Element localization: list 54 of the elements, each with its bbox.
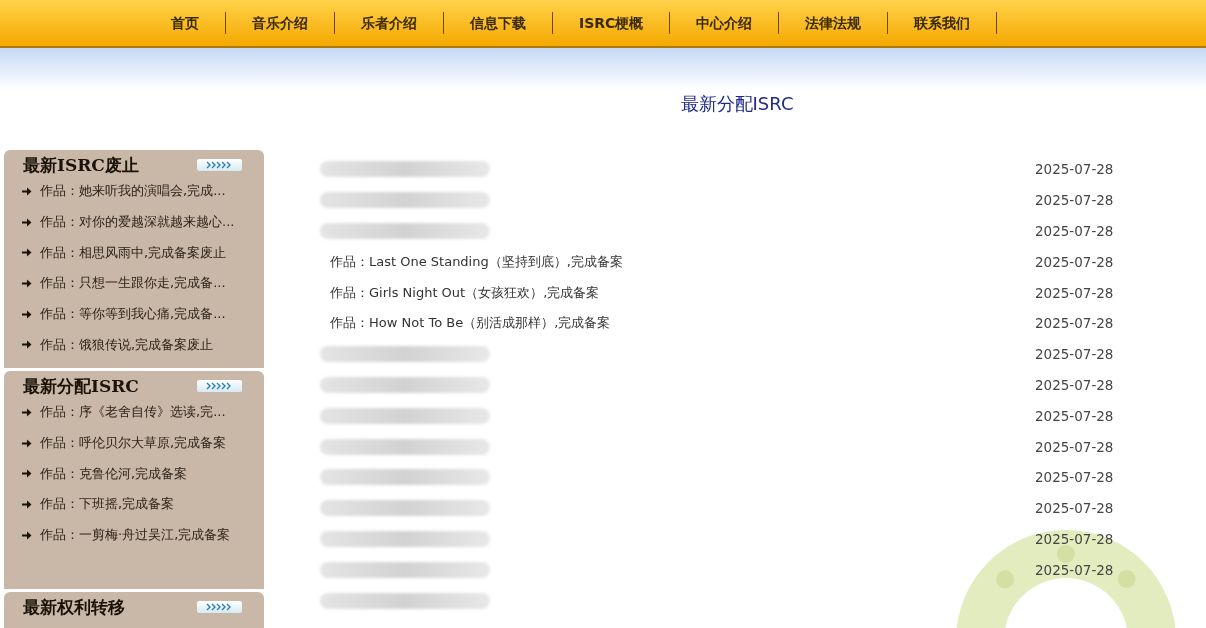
nav-link[interactable]: 法律法规 — [779, 12, 889, 34]
date-text: 2025-07-28 — [1035, 469, 1114, 486]
nav-link[interactable]: 音乐介绍 — [226, 12, 335, 34]
panel-title: 最新ISRC废止 — [23, 153, 139, 177]
date-text: 2025-07-28 — [1035, 315, 1114, 332]
list-link[interactable]: 作品：How Not To Be（别活成那样）,完成备案 — [330, 314, 1035, 333]
date-text: 2025-07-28 — [1035, 530, 1114, 547]
more-button[interactable] — [197, 380, 242, 392]
arrow-icon — [22, 340, 32, 350]
sidebar-link[interactable]: 作品：序《老舍自传》选读,完... — [40, 403, 226, 422]
sidebar-link[interactable]: 作品：相思风雨中,完成备案废止 — [40, 243, 227, 262]
date-text: 2025-07-28 — [1035, 161, 1114, 178]
more-button[interactable] — [197, 159, 242, 171]
list-link[interactable]: 作品：Last One Standing（坚持到底）,完成备案 — [330, 252, 1035, 271]
nav-link[interactable]: ISRC梗概 — [553, 12, 671, 34]
nav-link[interactable]: 首页 — [145, 12, 226, 34]
list-link[interactable]: 作品：Girls Night Out（女孩狂欢）,完成备案 — [330, 283, 1035, 302]
nav-link[interactable]: 乐者介绍 — [335, 12, 444, 34]
sidebar-link[interactable]: 作品：对你的爱越深就越来越心... — [40, 213, 235, 232]
arrow-icon — [22, 530, 32, 540]
nav-link[interactable]: 联系我们 — [888, 12, 998, 34]
arrow-icon — [22, 407, 32, 417]
date-text: 2025-07-28 — [1035, 192, 1114, 209]
panel-title: 最新分配ISRC — [23, 374, 139, 398]
arrow-icon — [22, 309, 32, 319]
arrow-icon — [22, 186, 32, 196]
more-button[interactable] — [197, 601, 242, 613]
date-text: 2025-07-28 — [1035, 253, 1114, 270]
sidebar-link[interactable]: 作品：下班摇,完成备案 — [40, 495, 175, 514]
arrow-icon — [22, 278, 32, 288]
page-heading: 最新分配ISRC — [680, 92, 794, 116]
sidebar-link[interactable]: 作品：等你等到我心痛,完成备... — [40, 305, 226, 324]
nav-link[interactable]: 信息下载 — [444, 12, 553, 34]
arrow-icon — [22, 438, 32, 448]
nav-link[interactable]: 中心介绍 — [670, 12, 780, 34]
arrow-icon — [22, 248, 32, 258]
date-text: 2025-07-28 — [1035, 223, 1114, 239]
sidebar-link[interactable]: 作品：一剪梅·舟过吴江,完成备案 — [40, 526, 231, 545]
date-text: 2025-07-28 — [1035, 376, 1114, 393]
sidebar-link[interactable]: 作品：只想一生跟你走,完成备... — [40, 274, 226, 293]
date-text: 2025-07-28 — [1035, 346, 1114, 363]
date-text: 2025-07-28 — [1035, 407, 1114, 424]
panel-title: 最新权利转移 — [23, 595, 125, 619]
arrow-icon — [22, 469, 32, 479]
sidebar-link[interactable]: 作品：她来听我的演唱会,完成... — [40, 182, 226, 201]
arrow-icon — [22, 217, 32, 227]
date-text: 2025-07-28 — [1035, 561, 1114, 578]
date-text: 2025-07-28 — [1035, 500, 1114, 517]
sidebar-link[interactable]: 作品：克鲁伦河,完成备案 — [40, 464, 188, 483]
arrow-icon — [22, 499, 32, 509]
sidebar-link[interactable]: 作品：饿狼传说,完成备案废止 — [40, 335, 214, 354]
date-text: 2025-07-28 — [1035, 438, 1114, 455]
sidebar-link[interactable]: 作品：呼伦贝尔大草原,完成备案 — [40, 434, 227, 453]
date-text: 2025-07-28 — [1035, 284, 1114, 301]
